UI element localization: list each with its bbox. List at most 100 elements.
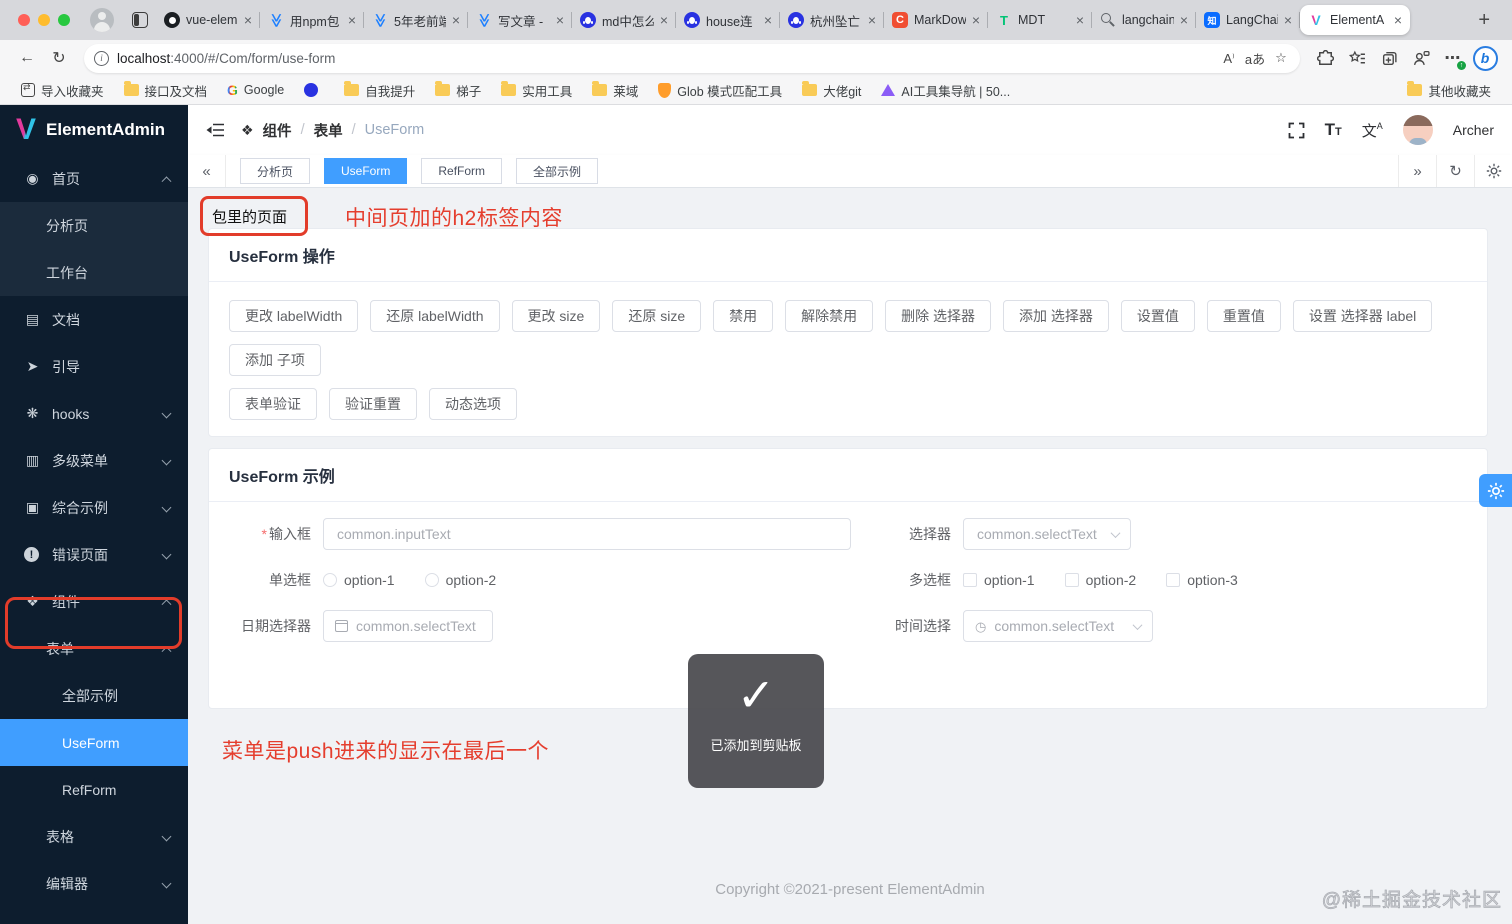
app-logo[interactable]: V ElementAdmin — [0, 105, 188, 155]
url-text[interactable]: localhost:4000/#/Com/form/use-form — [117, 51, 1216, 66]
bookmark-item[interactable]: Glob 模式匹配工具 — [649, 78, 791, 103]
sidebar-item-hooks[interactable]: ❋ hooks — [0, 390, 188, 437]
close-window-button[interactable] — [18, 14, 30, 26]
checkbox-option[interactable]: option-3 — [1166, 572, 1238, 588]
font-size-icon[interactable] — [1325, 120, 1342, 140]
bookmark-item[interactable]: 莱域 — [583, 78, 647, 103]
checkbox-option[interactable]: option-2 — [1064, 572, 1136, 588]
browser-tab[interactable]: 用npm包 × — [260, 0, 364, 40]
select-dropdown[interactable] — [963, 518, 1131, 550]
sidebar-item-examples[interactable]: ▣ 综合示例 — [0, 484, 188, 531]
action-button[interactable]: 删除 选择器 — [885, 300, 992, 332]
tag-pill[interactable]: 全部示例 — [516, 158, 599, 184]
language-switch-icon[interactable] — [1362, 120, 1383, 141]
collapse-sidebar-icon[interactable] — [206, 122, 225, 138]
sidebar-item-editor[interactable]: 编辑器 — [0, 860, 188, 907]
action-button[interactable]: 更改 size — [511, 300, 601, 332]
bookmark-item[interactable]: 自我提升 — [335, 78, 424, 103]
browser-tab[interactable]: langchain × — [1092, 0, 1196, 40]
browser-tab[interactable]: 5年老前端 × — [364, 0, 468, 40]
sidebar-item-multilevel[interactable]: ▥ 多级菜单 — [0, 437, 188, 484]
sidebar-item-workbench[interactable]: 工作台 — [0, 249, 188, 296]
bookmark-item[interactable]: 梯子 — [426, 78, 490, 103]
tab-close-icon[interactable]: × — [1076, 13, 1084, 27]
browser-profile-icon[interactable] — [90, 8, 114, 32]
browser-tab[interactable]: 杭州坠亡 × — [780, 0, 884, 40]
tab-close-icon[interactable]: × — [348, 13, 356, 27]
refresh-page-icon[interactable]: ↻ — [1436, 155, 1474, 187]
sidebar-item-use-form[interactable]: UseForm — [0, 719, 188, 766]
action-button[interactable]: 表单验证 — [229, 388, 317, 420]
tab-close-icon[interactable]: × — [556, 13, 564, 27]
site-info-icon[interactable]: i — [94, 50, 109, 66]
radio-option[interactable]: option-2 — [424, 572, 496, 588]
theme-settings-button[interactable] — [1479, 474, 1512, 507]
action-button[interactable]: 添加 子项 — [229, 344, 321, 376]
favorites-icon[interactable] — [1342, 43, 1372, 73]
bookmark-item[interactable]: 实用工具 — [492, 78, 581, 103]
extensions-icon[interactable] — [1310, 43, 1340, 73]
browser-tab[interactable]: LangChai × — [1196, 0, 1300, 40]
action-button[interactable]: 添加 选择器 — [1003, 300, 1109, 332]
sidebar-item-ref-form[interactable]: RefForm — [0, 766, 188, 813]
time-picker-input[interactable]: ◷ — [963, 610, 1153, 642]
sidebar-item-error-pages[interactable]: ! 错误页面 — [0, 531, 188, 578]
sidebar-item-all-examples[interactable]: 全部示例 — [0, 672, 188, 719]
bing-copilot-icon[interactable]: b — [1470, 43, 1500, 73]
action-button[interactable]: 动态选项 — [429, 388, 517, 420]
tag-pill[interactable]: UseForm — [324, 158, 408, 184]
vertical-tabs-icon[interactable] — [132, 12, 148, 28]
action-button[interactable]: 重置值 — [1206, 300, 1281, 332]
bookmark-item[interactable]: 导入收藏夹 — [12, 78, 113, 103]
bookmark-item[interactable]: Google — [218, 79, 293, 101]
share-person-icon[interactable] — [1406, 43, 1436, 73]
bookmark-item[interactable] — [295, 80, 333, 100]
action-button[interactable]: 解除禁用 — [785, 300, 874, 332]
breadcrumb-components[interactable]: 组件 — [263, 120, 292, 141]
settings-more-icon[interactable]: ⋯ ↑ — [1438, 43, 1468, 73]
scroll-tags-right-icon[interactable]: » — [1398, 155, 1436, 187]
minimize-window-button[interactable] — [38, 14, 50, 26]
action-button[interactable]: 还原 labelWidth — [370, 300, 500, 332]
tab-close-icon[interactable]: × — [452, 13, 460, 27]
other-bookmarks-button[interactable]: 其他收藏夹 — [1398, 78, 1500, 103]
tab-close-icon[interactable]: × — [1284, 13, 1292, 27]
action-button[interactable]: 禁用 — [713, 300, 774, 332]
bookmark-item[interactable]: 接口及文档 — [115, 78, 217, 103]
sidebar-item-table[interactable]: 表格 — [0, 813, 188, 860]
date-picker-input[interactable] — [323, 610, 493, 642]
user-avatar[interactable] — [1402, 115, 1433, 145]
action-button[interactable]: 验证重置 — [329, 388, 417, 420]
checkbox-option[interactable]: option-1 — [963, 572, 1035, 588]
sidebar-item-components[interactable]: ❖ 组件 — [0, 578, 188, 625]
scroll-tags-left-icon[interactable]: « — [188, 155, 226, 187]
browser-tab[interactable]: md中怎么 × — [572, 0, 676, 40]
translate-icon[interactable]: aあ — [1242, 45, 1268, 71]
bookmark-item[interactable]: AI工具集导航 | 50... — [872, 78, 1019, 103]
action-button[interactable]: 设置值 — [1120, 300, 1195, 332]
tab-close-icon[interactable]: × — [972, 13, 980, 27]
tags-settings-gear-icon[interactable] — [1474, 155, 1512, 187]
tab-close-icon[interactable]: × — [1180, 13, 1188, 27]
browser-tab[interactable]: vue-elem × — [156, 0, 260, 40]
tab-close-icon[interactable]: × — [764, 13, 772, 27]
text-input[interactable] — [323, 518, 851, 550]
tag-pill[interactable]: 分析页 — [240, 158, 311, 184]
back-button[interactable]: ← — [12, 43, 42, 73]
browser-tab[interactable]: house连 × — [676, 0, 780, 40]
read-aloud-icon[interactable]: A — [1216, 45, 1242, 71]
breadcrumb-form[interactable]: 表单 — [314, 120, 343, 141]
bookmark-item[interactable]: 大佬git — [793, 78, 870, 103]
sidebar-item-home[interactable]: ◉ 首页 — [0, 155, 188, 202]
browser-tab[interactable]: 写文章 - × — [468, 0, 572, 40]
collections-icon[interactable] — [1374, 43, 1404, 73]
new-tab-button[interactable]: + — [1478, 9, 1490, 32]
zoom-window-button[interactable] — [58, 14, 70, 26]
sidebar-item-docs[interactable]: ▤ 文档 — [0, 296, 188, 343]
fullscreen-icon[interactable] — [1288, 122, 1305, 139]
action-button[interactable]: 设置 选择器 label — [1292, 300, 1433, 332]
tab-close-icon[interactable]: × — [244, 13, 252, 27]
radio-option[interactable]: option-1 — [323, 572, 395, 588]
browser-tab[interactable]: MarkDow × — [884, 0, 988, 40]
add-favorite-star-icon[interactable]: ☆ — [1268, 45, 1294, 71]
